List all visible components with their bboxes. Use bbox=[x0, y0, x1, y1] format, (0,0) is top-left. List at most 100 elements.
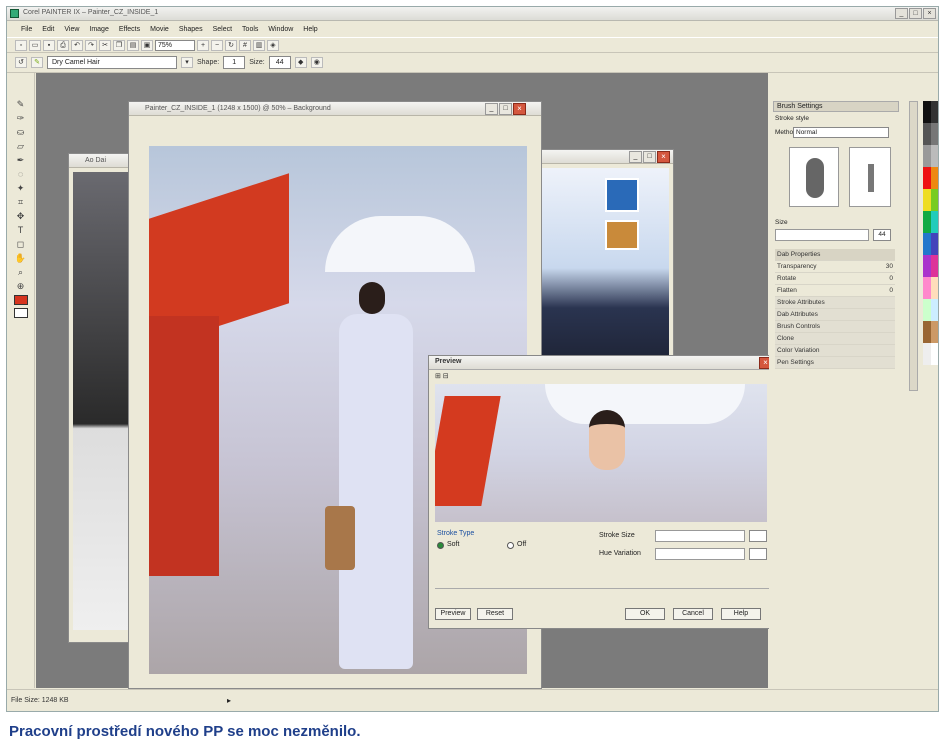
palette-swatch[interactable] bbox=[931, 189, 938, 211]
palette-swatch[interactable] bbox=[923, 123, 931, 145]
print-icon[interactable]: ⎙ bbox=[57, 39, 69, 51]
palette-swatch[interactable] bbox=[931, 343, 938, 365]
palette-swatch[interactable] bbox=[931, 167, 938, 189]
palette-swatch[interactable] bbox=[923, 167, 931, 189]
open-icon[interactable]: ▭ bbox=[29, 39, 41, 51]
zoom-in-icon[interactable]: + bbox=[197, 39, 209, 51]
method-select[interactable]: Normal bbox=[793, 127, 889, 138]
section-row[interactable]: Brush Controls bbox=[775, 321, 895, 333]
menu-tools[interactable]: Tools bbox=[242, 26, 258, 33]
preview-button[interactable]: Preview bbox=[435, 608, 471, 620]
reset-button[interactable]: Reset bbox=[477, 608, 513, 620]
front-close-button[interactable]: × bbox=[513, 103, 526, 115]
eraser-tool-icon[interactable]: ▱ bbox=[14, 141, 28, 152]
palette-swatch[interactable] bbox=[923, 211, 931, 233]
menu-help[interactable]: Help bbox=[303, 26, 317, 33]
palette-icon[interactable]: ◈ bbox=[267, 39, 279, 51]
cut-icon[interactable]: ✂ bbox=[99, 39, 111, 51]
menu-effects[interactable]: Effects bbox=[119, 26, 140, 33]
menu-file[interactable]: File bbox=[21, 26, 32, 33]
palette-swatch[interactable] bbox=[931, 101, 938, 123]
section-row[interactable]: Clone bbox=[775, 333, 895, 345]
palette-swatch[interactable] bbox=[923, 277, 931, 299]
layers-icon[interactable]: ▥ bbox=[253, 39, 265, 51]
property-row[interactable]: Rotate 0 bbox=[775, 273, 895, 285]
cancel-button[interactable]: Cancel bbox=[673, 608, 713, 620]
menu-select[interactable]: Select bbox=[213, 26, 232, 33]
palette-swatch[interactable] bbox=[931, 321, 938, 343]
maximize-button[interactable]: □ bbox=[909, 8, 922, 19]
paint-bucket-icon[interactable]: ⛀ bbox=[14, 127, 28, 138]
palette-swatch[interactable] bbox=[923, 299, 931, 321]
secondary-color-swatch[interactable] bbox=[13, 308, 28, 318]
palette-swatch[interactable] bbox=[923, 255, 931, 277]
soft-radio[interactable] bbox=[437, 542, 444, 549]
palette-swatch[interactable] bbox=[931, 145, 938, 167]
panel-header[interactable]: Brush Settings bbox=[773, 101, 899, 112]
redo-icon[interactable]: ↷ bbox=[85, 39, 97, 51]
crop-tool-icon[interactable]: ⌗ bbox=[14, 197, 28, 208]
palette-swatch[interactable] bbox=[923, 233, 931, 255]
undo-icon[interactable]: ↶ bbox=[71, 39, 83, 51]
front-maximize-button[interactable]: □ bbox=[499, 103, 512, 115]
text-tool-icon[interactable]: T bbox=[14, 225, 28, 236]
menu-edit[interactable]: Edit bbox=[42, 26, 54, 33]
palette-swatch[interactable] bbox=[923, 321, 931, 343]
brush-tool-icon[interactable]: ✎ bbox=[14, 99, 28, 110]
palette-swatch[interactable] bbox=[931, 211, 938, 233]
magic-wand-icon[interactable]: ✦ bbox=[14, 183, 28, 194]
property-row[interactable]: Flatten 0 bbox=[775, 285, 895, 297]
zoom-select[interactable]: 75% bbox=[155, 39, 195, 51]
help-button[interactable]: Help bbox=[721, 608, 761, 620]
section-row[interactable]: Color Variation bbox=[775, 345, 895, 357]
palette-swatch[interactable] bbox=[931, 123, 938, 145]
zoom-tool-icon[interactable]: ⌕ bbox=[14, 267, 28, 278]
size-slider[interactable] bbox=[775, 229, 869, 241]
shape-field[interactable]: 1 bbox=[223, 56, 246, 69]
options-icon[interactable]: ◉ bbox=[310, 57, 323, 68]
ok-button[interactable]: OK bbox=[625, 608, 665, 620]
front-minimize-button[interactable]: _ bbox=[485, 103, 498, 115]
save-icon[interactable]: ▪ bbox=[43, 39, 55, 51]
back-right-maximize-button[interactable]: □ bbox=[643, 151, 656, 163]
stroke-size-slider[interactable] bbox=[655, 530, 745, 542]
size-value[interactable]: 44 bbox=[873, 229, 891, 241]
size-field[interactable]: 44 bbox=[268, 56, 291, 69]
grid-icon[interactable]: # bbox=[239, 39, 251, 51]
document-title-front[interactable]: Painter_CZ_INSIDE_1 (1248 x 1500) @ 50% … bbox=[129, 102, 541, 116]
shape-tool-icon[interactable]: ◻ bbox=[14, 239, 28, 250]
color-palette[interactable] bbox=[923, 101, 938, 365]
palette-swatch[interactable] bbox=[931, 299, 938, 321]
section-row[interactable]: Pen Settings bbox=[775, 357, 895, 369]
move-tool-icon[interactable]: ✥ bbox=[14, 211, 28, 222]
palette-swatch[interactable] bbox=[923, 101, 931, 123]
pen-tool-icon[interactable]: ✒ bbox=[14, 155, 28, 166]
off-radio[interactable] bbox=[507, 542, 514, 549]
dropper-tool-icon[interactable]: ✑ bbox=[14, 113, 28, 124]
hand-tool-icon[interactable]: ✋ bbox=[14, 253, 28, 264]
minimize-button[interactable]: _ bbox=[895, 8, 908, 19]
palette-swatch[interactable] bbox=[931, 255, 938, 277]
new-icon[interactable]: ▫ bbox=[15, 39, 27, 51]
stroke-size-field[interactable] bbox=[749, 530, 767, 542]
image-icon[interactable]: ▣ bbox=[141, 39, 153, 51]
palette-swatch[interactable] bbox=[923, 189, 931, 211]
lasso-tool-icon[interactable]: ◌ bbox=[14, 169, 28, 180]
menu-view[interactable]: View bbox=[64, 26, 79, 33]
dropdown-arrow-icon[interactable]: ▾ bbox=[181, 57, 193, 68]
brush-variant-select[interactable]: Dry Camel Hair bbox=[47, 56, 177, 69]
stepper-icon[interactable]: ◆ bbox=[294, 57, 307, 68]
brush-icon[interactable]: ✎ bbox=[31, 57, 43, 68]
palette-swatch[interactable] bbox=[923, 343, 931, 365]
back-right-minimize-button[interactable]: _ bbox=[629, 151, 642, 163]
property-row[interactable]: Transparency 30 bbox=[775, 261, 895, 273]
status-arrow-icon[interactable]: ▸ bbox=[227, 696, 231, 705]
hue-variation-slider[interactable] bbox=[655, 548, 745, 560]
palette-swatch[interactable] bbox=[931, 233, 938, 255]
main-color-swatch[interactable] bbox=[13, 295, 28, 305]
menu-shapes[interactable]: Shapes bbox=[179, 26, 203, 33]
zoom-out-icon[interactable]: − bbox=[211, 39, 223, 51]
menu-movie[interactable]: Movie bbox=[150, 26, 169, 33]
rotate-icon[interactable]: ↻ bbox=[225, 39, 237, 51]
paste-icon[interactable]: ▤ bbox=[127, 39, 139, 51]
